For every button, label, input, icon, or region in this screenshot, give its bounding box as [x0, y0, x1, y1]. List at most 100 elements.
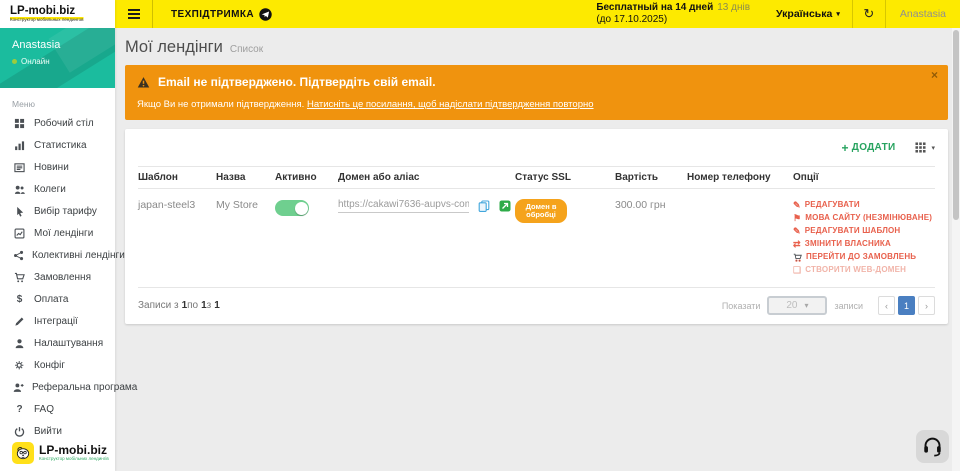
sidebar-item-collective-landings[interactable]: Колективні лендінги: [0, 244, 115, 266]
topbar: ТЕХПІДТРИМКА Бесплатный на 14 дней13 дні…: [115, 0, 960, 28]
copy-icon[interactable]: [478, 200, 490, 212]
option-go-to-orders[interactable]: ПЕРЕЙТИ ДО ЗАМОВЛЕНЬ: [793, 251, 935, 263]
landings-icon: [13, 228, 26, 239]
telegram-icon: [259, 8, 272, 21]
sidebar-item-news[interactable]: Новини: [0, 156, 115, 178]
online-dot-icon: [12, 59, 17, 64]
share-icon: [13, 250, 24, 261]
col-header-template: Шаблон: [138, 172, 216, 183]
logo-subtitle: Конструктор мобильных лендингов: [10, 17, 83, 20]
chevron-down-icon: [804, 300, 808, 311]
banner-text: Якщо Ви не отримали підтвердження. Натис…: [137, 99, 936, 110]
footer-logo[interactable]: LP-mobi.biz Конструктор мобільних лендин…: [12, 442, 179, 464]
page-head: Мої лендінги Список: [115, 28, 960, 57]
option-edit[interactable]: РЕДАГУВАТИ: [793, 199, 935, 211]
language-selector[interactable]: Українська: [764, 0, 852, 28]
sidebar-item-integrations[interactable]: Інтеграції: [0, 310, 115, 332]
email-warning-banner: Email не підтверджено. Підтвердіть свій …: [125, 65, 948, 120]
col-header-active: Активно: [275, 172, 338, 183]
support-link[interactable]: ТЕХПІДТРИМКА: [153, 8, 286, 21]
table-row: japan-steel3 My Store https://cakawi7636…: [138, 189, 935, 287]
scrollbar-thumb[interactable]: [953, 30, 959, 220]
add-landing-button[interactable]: + ДОДАТИ: [841, 142, 895, 153]
orders-icon: [13, 272, 26, 283]
chevron-down-icon: [836, 10, 840, 18]
dog-logo-icon: [12, 442, 34, 464]
support-chat-button[interactable]: [916, 430, 949, 463]
app-logo[interactable]: LP-mobi.biz Конструктор мобильных лендин…: [0, 0, 115, 28]
next-page-button[interactable]: ›: [918, 296, 935, 315]
col-header-phone: Номер телефону: [687, 172, 793, 183]
referral-icon: [13, 382, 24, 393]
user-menu[interactable]: Anastasia: [886, 0, 960, 28]
grid-icon: [915, 142, 926, 153]
sidebar: LP-mobi.biz Конструктор мобильных лендин…: [0, 0, 115, 471]
edit-icon: [793, 201, 801, 210]
cell-name: My Store: [216, 199, 275, 211]
sidebar-item-config[interactable]: Конфіг: [0, 354, 115, 376]
records-label: записи: [834, 301, 863, 311]
colleagues-icon: [13, 184, 26, 195]
config-icon: [13, 360, 26, 371]
sidebar-item-logout[interactable]: Вийти: [0, 420, 115, 442]
records-summary: Записи з1по1з1: [138, 300, 220, 311]
sidebar-item-settings[interactable]: Налаштування: [0, 332, 115, 354]
option-change-owner[interactable]: ЗМІНИТИ ВЛАСНИКА: [793, 238, 935, 250]
sidebar-nav: Робочий стіл Статистика Новини Колеги Ви…: [0, 112, 115, 442]
per-page-select[interactable]: 20: [767, 296, 827, 315]
logo-title: LP-mobi.biz: [10, 6, 157, 17]
col-header-ssl: Статус SSL: [515, 172, 615, 183]
refresh-button[interactable]: [852, 0, 886, 28]
column-view-button[interactable]: [915, 142, 935, 153]
external-link-icon[interactable]: [499, 200, 511, 212]
dashboard-icon: [13, 118, 26, 129]
sidebar-item-referral[interactable]: Реферальна програма: [0, 376, 115, 398]
edit-icon: [793, 227, 801, 236]
prev-page-button[interactable]: ‹: [878, 296, 895, 315]
profile-panel: Anastasia Онлайн: [0, 28, 115, 88]
banner-title: Email не підтверджено. Підтвердіть свій …: [137, 75, 936, 89]
pagination: Показати 20 записи ‹ 1 ›: [722, 296, 935, 315]
sidebar-item-colleagues[interactable]: Колеги: [0, 178, 115, 200]
flag-icon: [793, 214, 801, 223]
close-icon[interactable]: ×: [931, 69, 938, 81]
page-1-button[interactable]: 1: [898, 296, 915, 315]
col-header-name: Назва: [216, 172, 275, 183]
table-toolbar: + ДОДАТИ: [138, 129, 935, 166]
sidebar-item-faq[interactable]: ?FAQ: [0, 398, 115, 420]
sidebar-item-orders[interactable]: Замовлення: [0, 266, 115, 288]
sidebar-item-tariff[interactable]: Вибір тарифу: [0, 200, 115, 222]
scrollbar-track: [952, 28, 960, 471]
file-icon: [793, 266, 801, 275]
domain-input[interactable]: https://cakawi7636-aupvs-com-42: [338, 199, 469, 213]
table-header-row: Шаблон Назва Активно Домен або аліас Ста…: [138, 166, 935, 189]
menu-label: Меню: [0, 88, 115, 112]
resend-confirmation-link[interactable]: Натисніть це посилання, щоб надіслати пі…: [307, 99, 594, 110]
warning-icon: [137, 76, 150, 89]
news-icon: [13, 162, 26, 173]
integrations-icon: [13, 316, 26, 327]
logout-icon: [13, 426, 26, 437]
option-site-language[interactable]: МОВА САЙТУ (НЕЗМІНЮВАНЕ): [793, 212, 935, 224]
option-edit-template[interactable]: РЕДАГУВАТИ ШАБЛОН: [793, 225, 935, 237]
active-toggle[interactable]: [275, 200, 309, 216]
cell-template: japan-steel3: [138, 199, 216, 211]
chevron-down-icon: [931, 144, 935, 152]
options-list: РЕДАГУВАТИ МОВА САЙТУ (НЕЗМІНЮВАНЕ) РЕДА…: [793, 199, 935, 276]
profile-status: Онлайн: [12, 57, 115, 66]
headset-icon: [922, 436, 943, 457]
table-footer: Записи з1по1з1 Показати 20 записи ‹ 1 ›: [138, 287, 935, 324]
sidebar-item-dashboard[interactable]: Робочий стіл: [0, 112, 115, 134]
landings-table-card: + ДОДАТИ Шаблон Назва Активно Домен або …: [125, 129, 948, 324]
sidebar-item-my-landings[interactable]: Мої лендінги: [0, 222, 115, 244]
col-header-options: Опції: [793, 172, 935, 183]
sidebar-item-statistics[interactable]: Статистика: [0, 134, 115, 156]
settings-icon: [13, 338, 26, 349]
tariff-icon: [13, 206, 26, 217]
show-label: Показати: [722, 301, 761, 311]
cell-domain: https://cakawi7636-aupvs-com-42: [338, 199, 515, 213]
col-header-domain: Домен або аліас: [338, 172, 515, 183]
faq-icon: ?: [13, 404, 26, 415]
sidebar-item-payment[interactable]: $Оплата: [0, 288, 115, 310]
stats-icon: [13, 140, 26, 151]
